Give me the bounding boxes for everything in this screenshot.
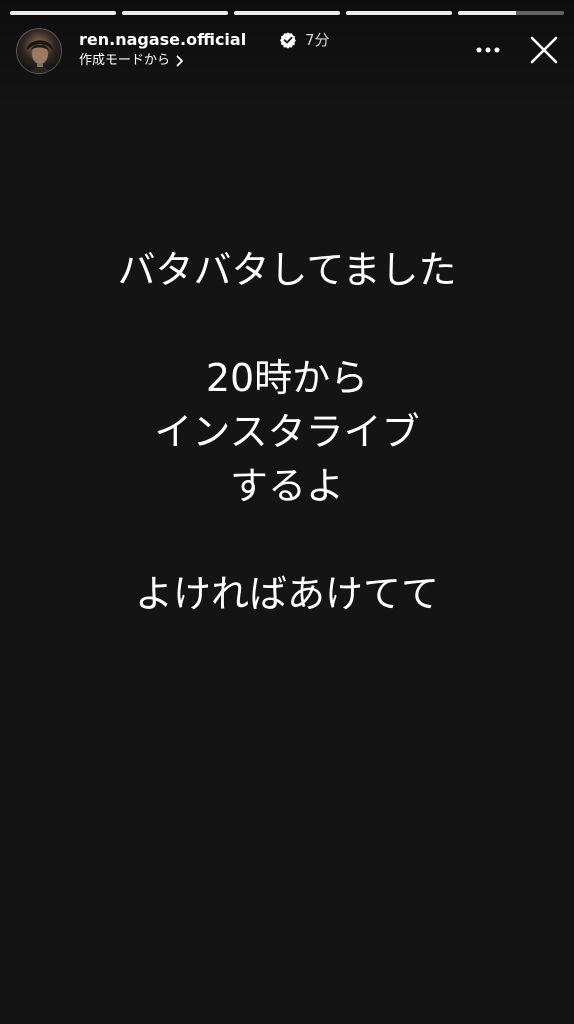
story-viewer[interactable]: ren.nagase.official 7分 作成モードから バタバタしてました… [0, 0, 574, 1024]
progress-segment-3 [234, 11, 340, 15]
progress-fill-2 [122, 11, 228, 15]
progress-fill-3 [234, 11, 340, 15]
story-header: ren.nagase.official 7分 作成モードから [16, 28, 558, 74]
avatar[interactable] [16, 28, 62, 74]
close-icon [530, 36, 558, 64]
progress-fill-4 [346, 11, 452, 15]
avatar-portrait-icon [27, 40, 53, 73]
create-mode-label: 作成モードから [79, 53, 171, 68]
more-horizontal-icon [476, 47, 500, 53]
story-line-5: するよ [229, 464, 344, 508]
progress-fill-1 [10, 11, 116, 15]
story-progress-bar [10, 11, 564, 15]
chevron-right-icon [176, 55, 183, 67]
story-line-3: 20時から [205, 356, 369, 400]
close-button[interactable] [528, 34, 560, 66]
more-options-button[interactable] [472, 36, 504, 64]
progress-segment-1 [10, 11, 116, 15]
story-line-7: よければあけてて [134, 572, 439, 616]
progress-segment-2 [122, 11, 228, 15]
story-line-6 [0, 513, 574, 567]
progress-segment-5 [458, 11, 564, 15]
create-mode-link[interactable]: 作成モードから [79, 52, 184, 70]
post-time: 7分 [305, 31, 330, 49]
story-message: バタバタしてました 20時から インスタライブ するよ よければあけてて [0, 243, 574, 621]
progress-segment-4 [346, 11, 452, 15]
story-line-2 [0, 297, 574, 351]
verified-badge-icon [280, 32, 296, 49]
username[interactable]: ren.nagase.official [79, 30, 246, 50]
story-line-1: バタバタしてました [117, 248, 457, 292]
story-line-4: インスタライブ [154, 410, 420, 454]
progress-fill-5 [458, 11, 517, 15]
